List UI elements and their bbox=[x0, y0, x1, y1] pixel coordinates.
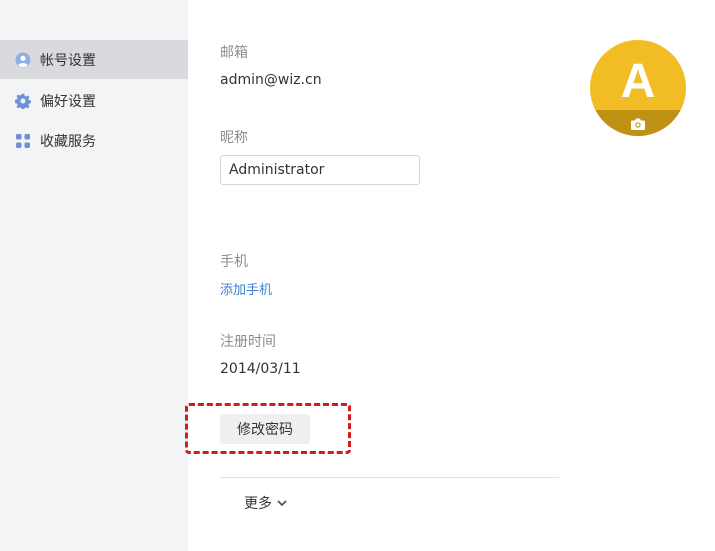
sidebar: 帐号设置 偏好设置 收藏服务 bbox=[0, 0, 188, 551]
user-icon bbox=[15, 52, 31, 68]
add-phone-link[interactable]: 添加手机 bbox=[220, 279, 272, 298]
sidebar-item-label: 偏好设置 bbox=[40, 93, 96, 110]
apps-icon bbox=[15, 133, 31, 149]
phone-label: 手机 bbox=[220, 254, 248, 270]
avatar-letter: A bbox=[620, 55, 656, 108]
avatar[interactable]: A bbox=[590, 40, 686, 136]
divider bbox=[220, 477, 559, 478]
email-value: admin@wiz.cn bbox=[220, 72, 322, 88]
email-label: 邮箱 bbox=[220, 45, 248, 61]
sidebar-item-label: 帐号设置 bbox=[40, 52, 96, 69]
chevron-down-icon bbox=[276, 497, 288, 509]
register-time-value: 2014/03/11 bbox=[220, 361, 301, 377]
sidebar-item-favorite-services[interactable]: 收藏服务 bbox=[0, 121, 188, 160]
change-password-button[interactable]: 修改密码 bbox=[220, 414, 310, 444]
sidebar-item-label: 收藏服务 bbox=[40, 133, 96, 150]
sidebar-item-preferences[interactable]: 偏好设置 bbox=[0, 81, 188, 120]
nickname-label: 昵称 bbox=[220, 130, 248, 146]
more-toggle[interactable]: 更多 bbox=[244, 493, 288, 513]
gear-icon bbox=[15, 93, 31, 109]
sidebar-item-account-settings[interactable]: 帐号设置 bbox=[0, 40, 188, 79]
more-label: 更多 bbox=[244, 496, 272, 512]
nickname-input[interactable] bbox=[220, 155, 420, 185]
camera-icon[interactable] bbox=[630, 117, 646, 131]
register-time-label: 注册时间 bbox=[220, 334, 276, 350]
